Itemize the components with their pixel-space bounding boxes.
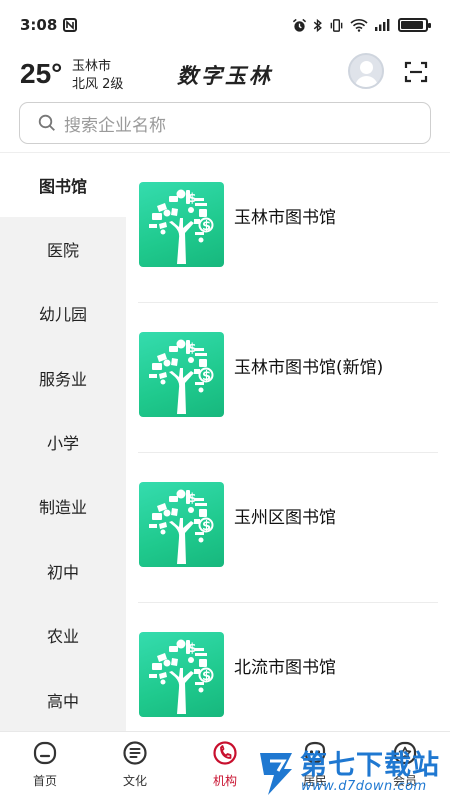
status-left: 3:08 [20, 16, 78, 34]
nav-label: 文化 [122, 774, 147, 788]
org-name: 玉林市图书馆(新馆) [234, 358, 384, 378]
avatar[interactable] [348, 53, 384, 89]
wifi-icon [350, 19, 368, 32]
org-list-item[interactable]: 玉州区图书馆 [138, 453, 438, 603]
nav-label: 首页 [32, 774, 57, 788]
search-icon [38, 114, 55, 131]
category-item-hospital[interactable]: 医院 [0, 217, 126, 281]
culture-icon [123, 741, 147, 765]
institution-icon [213, 741, 237, 765]
category-item-manufacturing[interactable]: 制造业 [0, 474, 126, 538]
category-label: 制造业 [38, 498, 87, 517]
category-list: 图书馆 医院 幼儿园 服务业 小学 制造业 初中 农业 高中 [0, 153, 126, 731]
tree-logo-icon [139, 482, 224, 567]
nav-item-home[interactable]: 首页 [0, 732, 90, 800]
org-name: 玉林市图书馆 [234, 208, 336, 228]
org-name: 北流市图书馆 [234, 658, 336, 678]
category-label: 图书馆 [38, 177, 87, 196]
scan-icon[interactable] [404, 60, 428, 84]
tree-logo-icon [139, 182, 224, 267]
organization-list: 玉林市图书馆 玉林市图书馆(新馆) 玉州区图书馆 北流市图书馆 [126, 153, 450, 731]
category-label: 医院 [46, 241, 79, 260]
vibrate-icon [330, 18, 343, 32]
category-label: 农业 [46, 627, 79, 646]
search-placeholder: 搜索企业名称 [64, 115, 166, 136]
category-label: 初中 [46, 563, 79, 582]
category-label: 高中 [46, 692, 79, 711]
category-label: 幼儿园 [38, 305, 87, 324]
org-thumbnail [139, 182, 224, 267]
category-item-junior-high[interactable]: 初中 [0, 539, 126, 603]
category-item-primary-school[interactable]: 小学 [0, 410, 126, 474]
avatar-head [360, 61, 373, 74]
search-input[interactable]: 搜索企业名称 [19, 102, 431, 144]
status-time: 3:08 [20, 16, 58, 34]
category-item-service[interactable]: 服务业 [0, 346, 126, 410]
org-name: 玉州区图书馆 [234, 508, 336, 528]
alarm-icon [292, 18, 307, 32]
category-label: 小学 [46, 434, 79, 453]
category-item-high-school[interactable]: 高中 [0, 668, 126, 732]
battery-icon [398, 18, 431, 32]
nav-item-culture[interactable]: 文化 [90, 732, 180, 800]
signal-icon [375, 19, 390, 31]
watermark-logo-icon [260, 753, 292, 795]
watermark: 第七下载站 www.d7down.com [254, 741, 450, 800]
tree-logo-icon [139, 632, 224, 717]
org-thumbnail [139, 632, 224, 717]
header: 25° 玉林市 北风 2级 数字玉林 [0, 50, 450, 98]
watermark-title: 第七下载站 [300, 750, 440, 781]
org-thumbnail [139, 482, 224, 567]
status-right [292, 18, 431, 33]
status-bar: 3:08 [0, 0, 450, 50]
watermark-url: www.d7down.com [301, 779, 427, 794]
battery-fill [401, 21, 423, 29]
org-thumbnail [139, 332, 224, 417]
nav-label: 机构 [212, 774, 237, 788]
org-list-item[interactable]: 玉林市图书馆 [138, 153, 438, 303]
category-item-kindergarten[interactable]: 幼儿园 [0, 281, 126, 345]
home-icon [33, 741, 57, 765]
nfc-icon [63, 18, 78, 32]
category-label: 服务业 [38, 370, 87, 389]
category-item-library[interactable]: 图书馆 [0, 153, 126, 217]
category-item-agriculture[interactable]: 农业 [0, 603, 126, 667]
org-list-item[interactable]: 玉林市图书馆(新馆) [138, 303, 438, 453]
tree-logo-icon [139, 332, 224, 417]
bluetooth-icon [313, 18, 322, 32]
